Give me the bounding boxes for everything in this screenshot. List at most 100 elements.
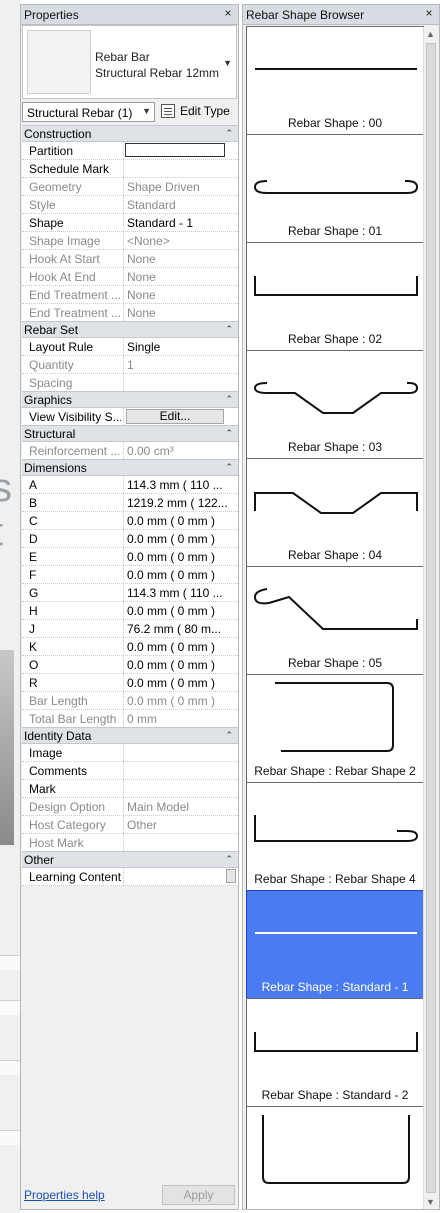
property-label-cell: Layout Rule bbox=[22, 338, 124, 355]
property-value: 0.0 mm ( 0 mm ) bbox=[127, 676, 216, 690]
close-icon[interactable]: × bbox=[221, 6, 235, 20]
scroll-up-icon[interactable]: ▲ bbox=[426, 29, 435, 39]
property-label: Spacing bbox=[29, 376, 73, 390]
shape-thumbnail bbox=[255, 932, 417, 934]
property-label-cell: Spacing bbox=[22, 374, 124, 391]
property-value-cell[interactable]: 0.0 mm ( 0 mm ) bbox=[125, 566, 238, 583]
property-label: Shape bbox=[29, 216, 64, 230]
shape-cell[interactable]: Rebar Shape : Standard - 2 bbox=[246, 998, 424, 1107]
browser-scrollbar[interactable]: ▲ ▼ bbox=[423, 27, 438, 1209]
property-value: 0.0 mm ( 0 mm ) bbox=[127, 640, 216, 654]
apply-button[interactable]: Apply bbox=[162, 1185, 235, 1205]
property-value-cell[interactable]: Standard - 1 bbox=[125, 214, 238, 231]
property-label-cell: Bar Length bbox=[22, 692, 124, 709]
shape-path bbox=[253, 180, 419, 194]
property-value-input[interactable] bbox=[125, 143, 225, 157]
background-ghost-text: s bbox=[0, 466, 12, 510]
shape-cell[interactable]: Rebar Shape : Rebar Shape 2 bbox=[246, 674, 424, 783]
category-header[interactable]: Identity Data ⌃ bbox=[22, 727, 238, 744]
category-header[interactable]: Structural ⌃ bbox=[22, 425, 238, 442]
property-value-cell[interactable]: 0.0 mm ( 0 mm ) bbox=[125, 674, 238, 691]
collapse-icon[interactable]: ⌃ bbox=[225, 854, 233, 865]
property-label: O bbox=[29, 658, 39, 672]
property-label: Quantity bbox=[29, 358, 74, 372]
type-selector[interactable]: Rebar Bar Structural Rebar 12mm ▼ bbox=[22, 25, 237, 99]
shape-cell[interactable]: Rebar Shape : 04 bbox=[246, 458, 424, 567]
shape-cell[interactable]: Rebar Shape : Rebar Shape 4 bbox=[246, 782, 424, 891]
property-value-cell[interactable] bbox=[125, 744, 238, 761]
scroll-down-icon[interactable]: ▼ bbox=[426, 1197, 435, 1207]
scrollbar-thumb[interactable] bbox=[426, 43, 436, 1193]
property-value-cell[interactable] bbox=[125, 868, 238, 885]
category-header[interactable]: Rebar Set ⌃ bbox=[22, 321, 238, 338]
property-label-cell: C bbox=[22, 512, 124, 529]
property-value-cell[interactable] bbox=[125, 762, 238, 779]
category-header[interactable]: Other ⌃ bbox=[22, 851, 238, 868]
property-row: Shape Image <None> bbox=[22, 232, 238, 250]
shape-cell[interactable]: Rebar Shape : 03 bbox=[246, 350, 424, 459]
property-label-cell: B bbox=[22, 494, 124, 511]
edit-visibility-button[interactable]: Edit... bbox=[126, 409, 224, 424]
property-value-cell[interactable] bbox=[125, 780, 238, 797]
property-label: R bbox=[29, 676, 38, 690]
properties-help-link[interactable]: Properties help bbox=[24, 1188, 105, 1202]
category-label: Other bbox=[24, 853, 55, 867]
category-header[interactable]: Dimensions ⌃ bbox=[22, 459, 238, 476]
filter-row: Structural Rebar (1) ▼ Edit Type bbox=[22, 101, 237, 124]
browse-button[interactable] bbox=[226, 869, 236, 883]
properties-palette: Properties × Rebar Bar Structural Rebar … bbox=[20, 4, 239, 1210]
chevron-down-icon[interactable]: ▼ bbox=[142, 106, 151, 116]
shape-cell[interactable] bbox=[246, 1106, 424, 1209]
browser-title: Rebar Shape Browser bbox=[246, 8, 365, 22]
property-row: Total Bar Length 0 mm bbox=[22, 710, 238, 728]
property-value-cell[interactable]: Single bbox=[125, 338, 238, 355]
property-label: Image bbox=[29, 746, 63, 760]
property-value-cell[interactable]: 0.0 mm ( 0 mm ) bbox=[125, 512, 238, 529]
shape-thumbnail bbox=[253, 180, 419, 194]
property-value-cell[interactable]: 0.0 mm ( 0 mm ) bbox=[125, 638, 238, 655]
shape-cell[interactable]: Rebar Shape : 02 bbox=[246, 242, 424, 351]
collapse-icon[interactable]: ⌃ bbox=[225, 730, 233, 741]
property-value-cell[interactable]: 114.3 mm ( 110 ... bbox=[125, 476, 238, 493]
chevron-down-icon[interactable]: ▼ bbox=[223, 58, 232, 68]
properties-title-bar[interactable]: Properties × bbox=[21, 5, 238, 25]
shape-label: Rebar Shape : Rebar Shape 2 bbox=[254, 764, 416, 778]
browser-title-bar[interactable]: Rebar Shape Browser × bbox=[243, 5, 439, 25]
collapse-icon[interactable]: ⌃ bbox=[225, 324, 233, 335]
property-value-cell: Main Model bbox=[125, 798, 238, 815]
property-value-cell[interactable]: 76.2 mm ( 80 m... bbox=[125, 620, 238, 637]
instance-filter-select[interactable]: Structural Rebar (1) ▼ bbox=[22, 102, 155, 122]
collapse-icon[interactable]: ⌃ bbox=[225, 128, 233, 139]
property-value-cell[interactable] bbox=[125, 160, 238, 177]
property-value-cell[interactable]: 1219.2 mm ( 122... bbox=[125, 494, 238, 511]
property-value: 0.0 mm ( 0 mm ) bbox=[127, 514, 216, 528]
property-label-cell: End Treatment ... bbox=[22, 304, 124, 321]
shape-cell[interactable]: Rebar Shape : 05 bbox=[246, 566, 424, 675]
shape-cell[interactable]: Rebar Shape : 01 bbox=[246, 134, 424, 243]
property-value-cell[interactable]: 0.0 mm ( 0 mm ) bbox=[125, 602, 238, 619]
category-header[interactable]: Graphics ⌃ bbox=[22, 391, 238, 408]
close-icon[interactable]: × bbox=[422, 6, 436, 20]
property-value: 0.0 mm ( 0 mm ) bbox=[127, 550, 216, 564]
property-label-cell: E bbox=[22, 548, 124, 565]
collapse-icon[interactable]: ⌃ bbox=[225, 428, 233, 439]
category-header[interactable]: Construction ⌃ bbox=[22, 125, 238, 142]
shape-cell[interactable]: Rebar Shape : 00 bbox=[246, 26, 424, 135]
shape-cell[interactable]: Rebar Shape : Standard - 1 bbox=[246, 890, 424, 999]
collapse-icon[interactable]: ⌃ bbox=[225, 394, 233, 405]
property-row: Partition bbox=[22, 142, 238, 160]
property-label: Schedule Mark bbox=[29, 162, 110, 176]
property-label-cell: Mark bbox=[22, 780, 124, 797]
property-value-cell[interactable]: 0.0 mm ( 0 mm ) bbox=[125, 530, 238, 547]
edit-type-button[interactable]: Edit Type bbox=[160, 101, 238, 123]
property-value-cell: 0.00 cm³ bbox=[125, 442, 238, 459]
property-value-cell[interactable]: 0.0 mm ( 0 mm ) bbox=[125, 548, 238, 565]
shape-thumbnail bbox=[255, 68, 417, 70]
property-row: Geometry Shape Driven bbox=[22, 178, 238, 196]
property-value: Single bbox=[127, 340, 161, 354]
property-label: Host Mark bbox=[29, 836, 84, 850]
collapse-icon[interactable]: ⌃ bbox=[225, 462, 233, 473]
property-label: Partition bbox=[29, 144, 74, 158]
property-value-cell[interactable]: 114.3 mm ( 110 ... bbox=[125, 584, 238, 601]
property-value-cell[interactable]: 0.0 mm ( 0 mm ) bbox=[125, 656, 238, 673]
